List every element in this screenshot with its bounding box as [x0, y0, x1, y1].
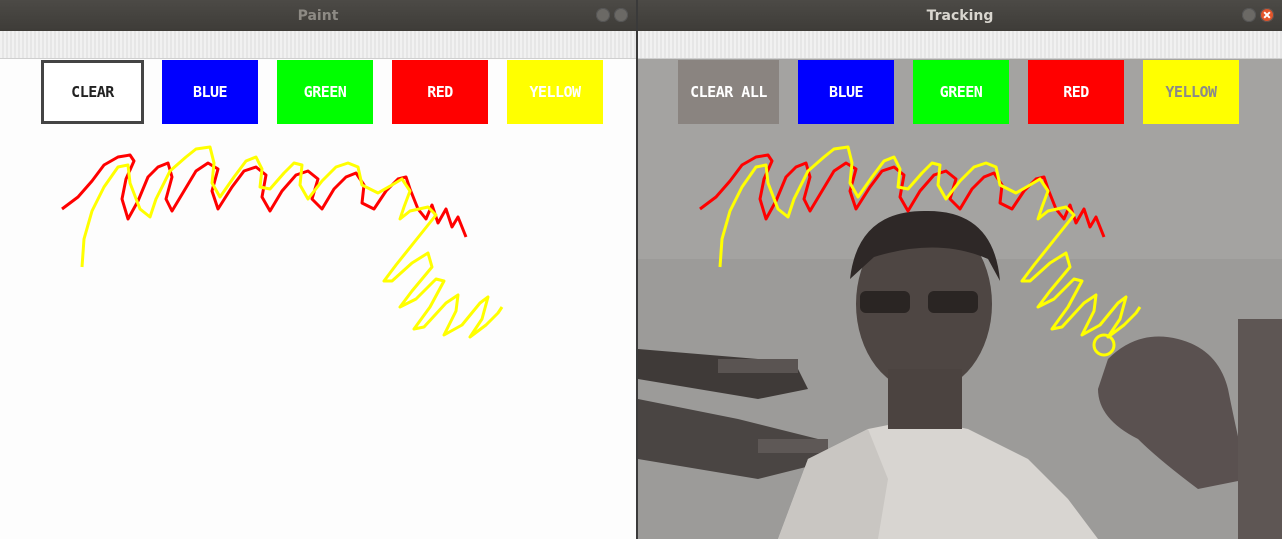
paint-window: Paint CLEAR BLUE GREEN RED YELLOW	[0, 0, 636, 539]
tracking-drawing	[699, 145, 1142, 357]
paint-drawing	[61, 145, 504, 339]
tracking-window: Tracking CLEAR ALL BLUE GREEN RED YELLOW	[638, 0, 1282, 539]
minimize-icon[interactable]	[596, 8, 610, 22]
paint-titlebar[interactable]: Paint	[0, 0, 636, 31]
tracking-canvas[interactable]: CLEAR ALL BLUE GREEN RED YELLOW	[638, 59, 1282, 539]
paint-window-controls	[596, 8, 628, 22]
paint-window-title: Paint	[297, 7, 339, 24]
tracking-window-title: Tracking	[926, 7, 994, 24]
yellow-stroke	[80, 145, 504, 339]
tracking-titlebar[interactable]: Tracking	[638, 0, 1282, 31]
paint-toolbar	[0, 31, 636, 59]
yellow-stroke	[718, 145, 1142, 339]
tracking-toolbar	[638, 31, 1282, 59]
minimize-icon[interactable]	[1242, 8, 1256, 22]
maximize-icon[interactable]	[614, 8, 628, 22]
close-icon[interactable]	[1260, 8, 1274, 22]
paint-canvas[interactable]: CLEAR BLUE GREEN RED YELLOW	[0, 59, 636, 539]
tracking-window-controls	[1242, 8, 1274, 22]
tracking-cursor	[1092, 333, 1116, 357]
